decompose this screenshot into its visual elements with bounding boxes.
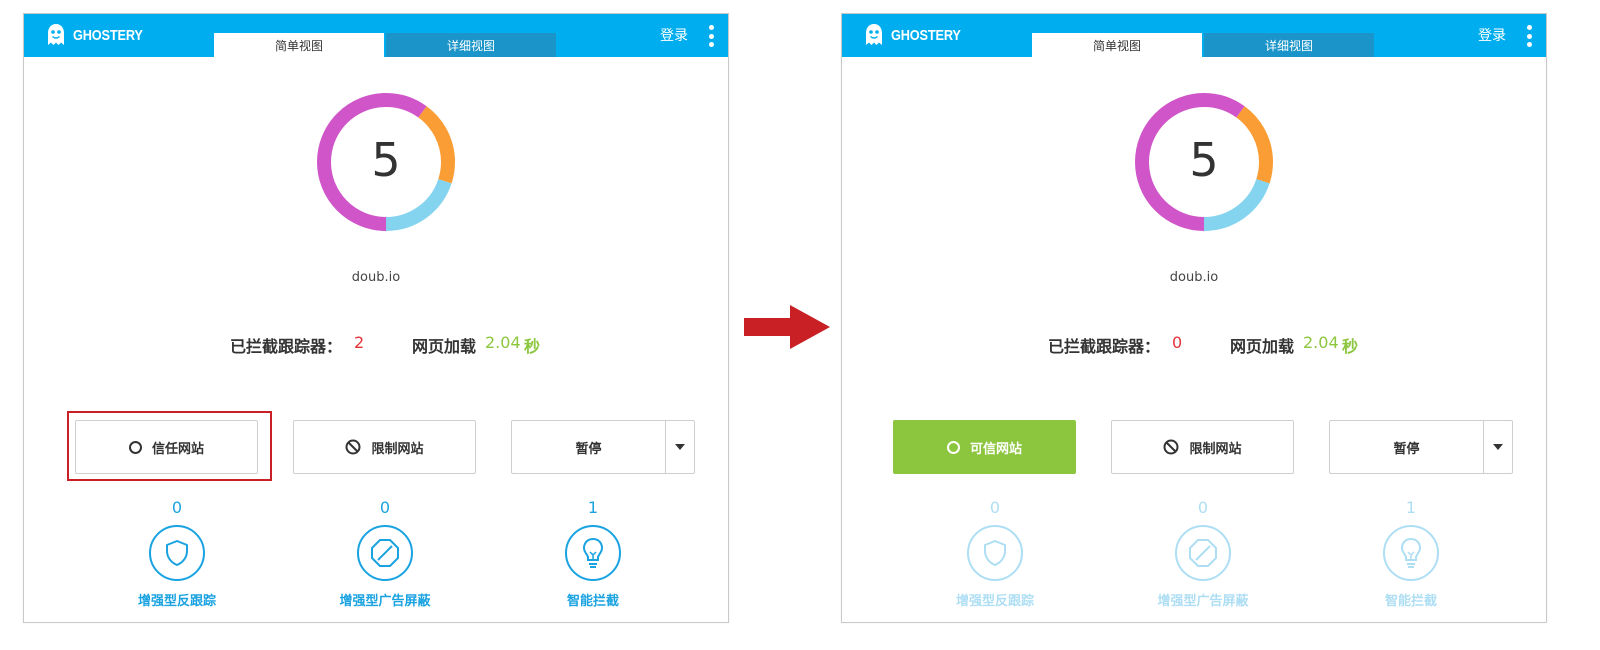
- feature-label: 增强型反跟踪: [955, 594, 1034, 609]
- blocked-trackers-count: 0: [1172, 333, 1183, 352]
- brand-logo: GHOSTERY: [864, 22, 973, 48]
- restrict-site-button[interactable]: 限制网站: [1111, 420, 1294, 474]
- feature-smart-blocking[interactable]: 1 智能拦截: [528, 498, 658, 609]
- shield-icon: [967, 525, 1023, 581]
- caret-down-icon: [1493, 444, 1503, 450]
- kebab-menu-icon[interactable]: [1526, 25, 1532, 47]
- page-stats: 已拦截跟踪器： 0 网页加载 2.04 秒: [842, 333, 1546, 357]
- feature-ad-blocking[interactable]: 0 增强型广告屏蔽: [320, 498, 450, 609]
- restrict-site-label: 限制网站: [1189, 441, 1242, 457]
- login-link[interactable]: 登录: [1478, 26, 1506, 46]
- trusted-site-button[interactable]: 可信网站: [893, 420, 1076, 474]
- pause-dropdown-button[interactable]: [1483, 420, 1513, 474]
- restrict-site-button[interactable]: 限制网站: [293, 420, 476, 474]
- ban-icon: [1163, 439, 1179, 455]
- page-load-time: 2.04: [1303, 333, 1339, 352]
- ghostery-panel-after: GHOSTERY 简单视图 详细视图 登录 5 doub.io 已拦截跟踪器： …: [841, 13, 1547, 623]
- circle-icon: [128, 440, 142, 454]
- feature-label: 智能拦截: [566, 594, 619, 609]
- login-link[interactable]: 登录: [660, 26, 688, 46]
- header-bar: GHOSTERY 简单视图 详细视图 登录: [24, 14, 728, 57]
- brand-name: GHOSTERY: [891, 26, 961, 44]
- caret-down-icon: [675, 444, 685, 450]
- page-stats: 已拦截跟踪器： 2 网页加载 2.04 秒: [24, 333, 728, 357]
- feature-count: 0: [171, 498, 183, 517]
- tracker-count: 5: [371, 133, 401, 187]
- page-load-label: 网页加载: [412, 337, 477, 356]
- feature-smart-blocking[interactable]: 1 智能拦截: [1346, 498, 1476, 609]
- pause-label: 暂停: [575, 441, 602, 457]
- tab-detailed-view[interactable]: 详细视图: [1204, 33, 1374, 57]
- blocked-trackers-count: 2: [354, 333, 365, 352]
- brand-logo: GHOSTERY: [46, 22, 155, 48]
- restrict-site-label: 限制网站: [371, 441, 424, 457]
- site-domain: doub.io: [351, 270, 401, 285]
- trusted-site-label: 可信网站: [969, 441, 1022, 457]
- page-load-unit: 秒: [524, 337, 541, 356]
- page-load-time: 2.04: [485, 333, 521, 352]
- pause-button[interactable]: 暂停: [1329, 420, 1483, 474]
- feature-anti-tracking[interactable]: 0 增强型反跟踪: [112, 498, 242, 609]
- feature-anti-tracking[interactable]: 0 增强型反跟踪: [930, 498, 1060, 609]
- site-domain: doub.io: [1169, 270, 1219, 285]
- circle-icon: [946, 440, 960, 454]
- page-load-label: 网页加载: [1230, 337, 1295, 356]
- blocked-trackers-label: 已拦截跟踪器：: [1048, 337, 1161, 356]
- blocked-trackers-label: 已拦截跟踪器：: [230, 337, 343, 356]
- tab-detailed-view[interactable]: 详细视图: [386, 33, 556, 57]
- feature-count: 1: [587, 498, 599, 517]
- right-arrow-icon: [744, 305, 830, 349]
- tab-simple-view[interactable]: 简单视图: [214, 33, 384, 57]
- lightbulb-icon: [565, 525, 621, 581]
- feature-label: 增强型广告屏蔽: [339, 594, 431, 609]
- page-load-unit: 秒: [1342, 337, 1359, 356]
- feature-count: 0: [1197, 498, 1209, 517]
- feature-label: 增强型广告屏蔽: [1157, 594, 1249, 609]
- trust-site-button[interactable]: 信任网站: [75, 420, 258, 474]
- ghost-logo-icon: [48, 24, 64, 45]
- feature-ad-blocking[interactable]: 0 增强型广告屏蔽: [1138, 498, 1268, 609]
- ban-octagon-icon: [1175, 525, 1231, 581]
- ghost-logo-icon: [866, 24, 882, 45]
- pause-dropdown-button[interactable]: [665, 420, 695, 474]
- ghostery-panel-before: GHOSTERY 简单视图 详细视图 登录 5 doub.io 已拦截跟踪器： …: [23, 13, 729, 623]
- header-bar: GHOSTERY 简单视图 详细视图 登录: [842, 14, 1546, 57]
- tracker-count: 5: [1189, 133, 1219, 187]
- ban-icon: [345, 439, 361, 455]
- ban-octagon-icon: [357, 525, 413, 581]
- lightbulb-icon: [1383, 525, 1439, 581]
- feature-count: 0: [379, 498, 391, 517]
- feature-label: 增强型反跟踪: [137, 594, 216, 609]
- pause-label: 暂停: [1393, 441, 1420, 457]
- pause-button[interactable]: 暂停: [511, 420, 665, 474]
- trust-site-label: 信任网站: [151, 441, 204, 457]
- feature-count: 0: [989, 498, 1001, 517]
- brand-name: GHOSTERY: [73, 26, 143, 44]
- feature-label: 智能拦截: [1384, 594, 1437, 609]
- kebab-menu-icon[interactable]: [708, 25, 714, 47]
- tab-simple-view[interactable]: 简单视图: [1032, 33, 1202, 57]
- shield-icon: [149, 525, 205, 581]
- feature-count: 1: [1405, 498, 1417, 517]
